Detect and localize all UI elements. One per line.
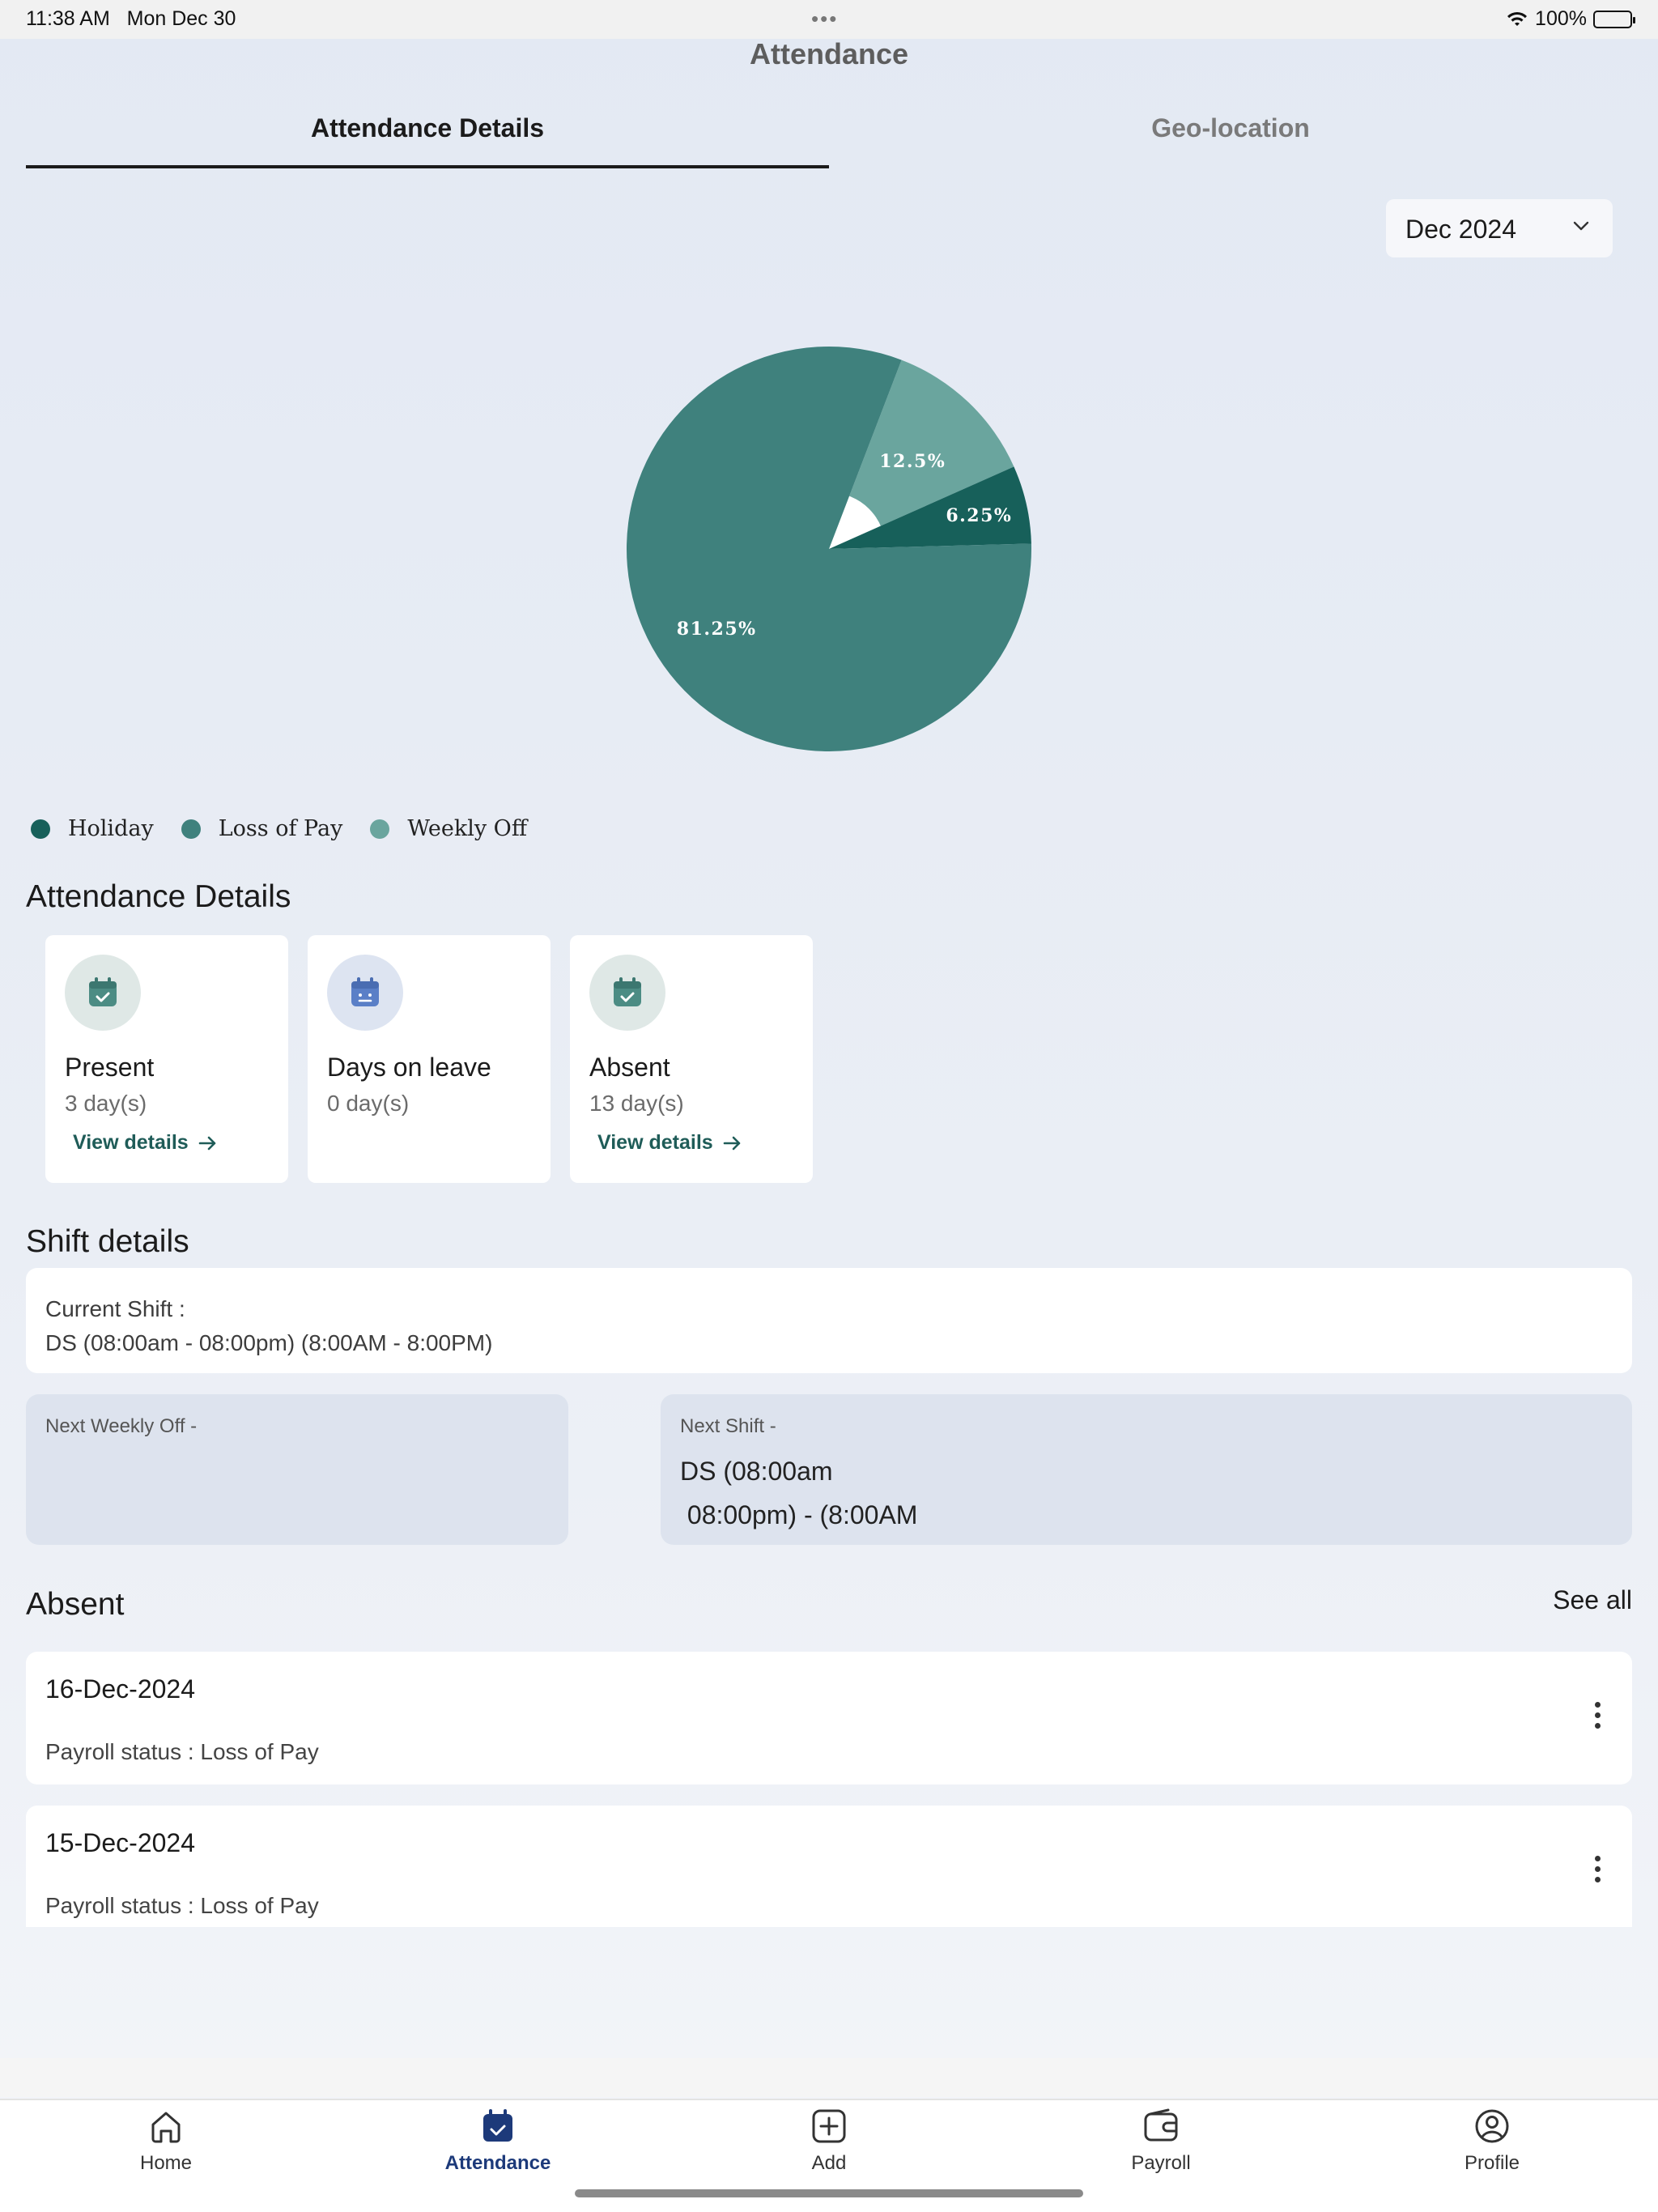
legend-dot-holiday bbox=[31, 819, 50, 839]
nav-top-band bbox=[0, 2058, 1658, 2097]
tab-geo-location[interactable]: Geo-location bbox=[829, 96, 1632, 168]
present-icon-wrap bbox=[65, 955, 141, 1031]
nav-profile-label: Profile bbox=[1464, 2152, 1520, 2174]
legend-dot-weekly-off bbox=[370, 819, 390, 839]
battery-percent: 100% bbox=[1535, 7, 1587, 30]
month-dropdown-value: Dec 2024 bbox=[1405, 215, 1516, 244]
absent-card-summary: Absent 13 day(s) View details bbox=[570, 935, 813, 1183]
absent-view-details-label: View details bbox=[597, 1131, 713, 1154]
nav-home[interactable]: Home bbox=[0, 2107, 332, 2175]
status-indicators: 100% bbox=[1506, 7, 1635, 31]
more-vertical-icon[interactable] bbox=[1595, 1856, 1601, 1887]
absent-list-item[interactable]: 15-Dec-2024 Payroll status : Loss of Pay bbox=[26, 1806, 1632, 1927]
pie-label-holiday: 6.25% bbox=[946, 505, 1012, 526]
status-time: 11:38 AM Mon Dec 30 bbox=[26, 7, 236, 30]
legend-label-loss-of-pay: Loss of Pay bbox=[218, 816, 343, 841]
days-on-leave-value: 0 day(s) bbox=[327, 1091, 410, 1116]
present-view-details-label: View details bbox=[73, 1131, 189, 1154]
shift-details-heading: Shift details bbox=[26, 1224, 189, 1259]
attendance-pie-chart: 12.5% 6.25% 81.25% bbox=[604, 324, 1054, 774]
present-value: 3 day(s) bbox=[65, 1091, 147, 1116]
nav-attendance[interactable]: Attendance bbox=[332, 2107, 664, 2175]
absent-summary-value: 13 day(s) bbox=[589, 1091, 684, 1116]
legend-label-weekly-off: Weekly Off bbox=[407, 816, 527, 841]
days-on-leave-label: Days on leave bbox=[327, 1053, 491, 1082]
next-shift-card: Next Shift - DS (08:00am 08:00pm) - (8:0… bbox=[661, 1394, 1632, 1545]
pie-label-loss-of-pay: 81.25% bbox=[677, 619, 757, 640]
pie-label-weekly-off: 12.5% bbox=[879, 451, 946, 472]
legend-item-weekly-off: Weekly Off bbox=[370, 816, 527, 841]
absent-item-status: Payroll status : Loss of Pay bbox=[45, 1739, 319, 1764]
nav-home-label: Home bbox=[139, 2152, 193, 2174]
current-shift-label: Current Shift : bbox=[45, 1296, 185, 1321]
home-icon bbox=[151, 2112, 181, 2143]
page-title: Attendance bbox=[749, 37, 909, 70]
month-dropdown[interactable]: Dec 2024 bbox=[1386, 199, 1613, 257]
arrow-right-icon bbox=[723, 1136, 740, 1150]
nav-profile[interactable]: Profile bbox=[1326, 2107, 1658, 2175]
battery-icon bbox=[1593, 10, 1635, 28]
calendar-check-icon bbox=[614, 977, 641, 1006]
legend-item-loss-of-pay: Loss of Pay bbox=[181, 816, 343, 841]
see-all-link[interactable]: See all bbox=[1553, 1585, 1632, 1615]
present-label: Present bbox=[65, 1053, 155, 1082]
more-vertical-icon[interactable] bbox=[1595, 1702, 1601, 1733]
legend-dot-loss-of-pay bbox=[181, 819, 201, 839]
add-icon bbox=[812, 2109, 846, 2143]
nav-payroll-label: Payroll bbox=[1131, 2152, 1191, 2174]
current-shift-card: Current Shift : DS (08:00am - 08:00pm) (… bbox=[26, 1268, 1632, 1373]
days-on-leave-card: Days on leave 0 day(s) bbox=[308, 935, 551, 1183]
absent-view-details-link[interactable]: View details bbox=[597, 1131, 742, 1155]
next-shift-value: DS (08:00am 08:00pm) - (8:00AM bbox=[680, 1457, 918, 1529]
multitasking-dots[interactable]: ••• bbox=[811, 6, 838, 32]
nav-attendance-label: Attendance bbox=[444, 2152, 551, 2174]
next-weekly-off-card: Next Weekly Off - bbox=[26, 1394, 568, 1545]
nav-payroll[interactable]: Payroll bbox=[995, 2107, 1327, 2175]
calendar-check-icon bbox=[89, 977, 117, 1006]
wallet-icon bbox=[1144, 2108, 1178, 2142]
chevron-down-icon bbox=[1573, 221, 1589, 231]
legend-item-holiday: Holiday bbox=[31, 816, 154, 841]
current-shift-value: DS (08:00am - 08:00pm) (8:00AM - 8:00PM) bbox=[45, 1330, 493, 1355]
nav-add[interactable]: Add bbox=[663, 2107, 995, 2175]
absent-icon-wrap bbox=[589, 955, 665, 1031]
absent-summary-label: Absent bbox=[589, 1053, 670, 1082]
next-shift-label: Next Shift - bbox=[680, 1415, 776, 1437]
next-weekly-off-label: Next Weekly Off - bbox=[45, 1415, 198, 1437]
calendar-leave-icon bbox=[351, 977, 379, 1006]
tab-attendance-details[interactable]: Attendance Details bbox=[26, 96, 829, 168]
absent-item-date: 15-Dec-2024 bbox=[45, 1828, 195, 1857]
absent-list-item[interactable]: 16-Dec-2024 Payroll status : Loss of Pay bbox=[26, 1652, 1632, 1784]
absent-item-date: 16-Dec-2024 bbox=[45, 1674, 195, 1704]
attendance-details-heading: Attendance Details bbox=[26, 879, 291, 914]
home-indicator bbox=[575, 2189, 1083, 2197]
legend-label-holiday: Holiday bbox=[68, 816, 154, 841]
chart-legend: Holiday Loss of Pay Weekly Off bbox=[31, 816, 527, 841]
nav-add-label: Add bbox=[811, 2152, 847, 2174]
tab-bar: Attendance Details Geo-location bbox=[26, 96, 1632, 168]
absent-item-status: Payroll status : Loss of Pay bbox=[45, 1893, 319, 1918]
status-bar: 11:38 AM Mon Dec 30 ••• 100% bbox=[0, 0, 1658, 39]
arrow-right-icon bbox=[198, 1136, 215, 1150]
calendar-icon bbox=[483, 2109, 512, 2142]
days-on-leave-icon-wrap bbox=[327, 955, 403, 1031]
absent-heading: Absent bbox=[26, 1587, 125, 1622]
present-card: Present 3 day(s) View details bbox=[45, 935, 288, 1183]
profile-icon bbox=[1475, 2109, 1509, 2143]
wifi-icon bbox=[1507, 11, 1528, 26]
pie-svg: 12.5% 6.25% 81.25% bbox=[627, 347, 1031, 751]
present-view-details-link[interactable]: View details bbox=[73, 1131, 218, 1155]
